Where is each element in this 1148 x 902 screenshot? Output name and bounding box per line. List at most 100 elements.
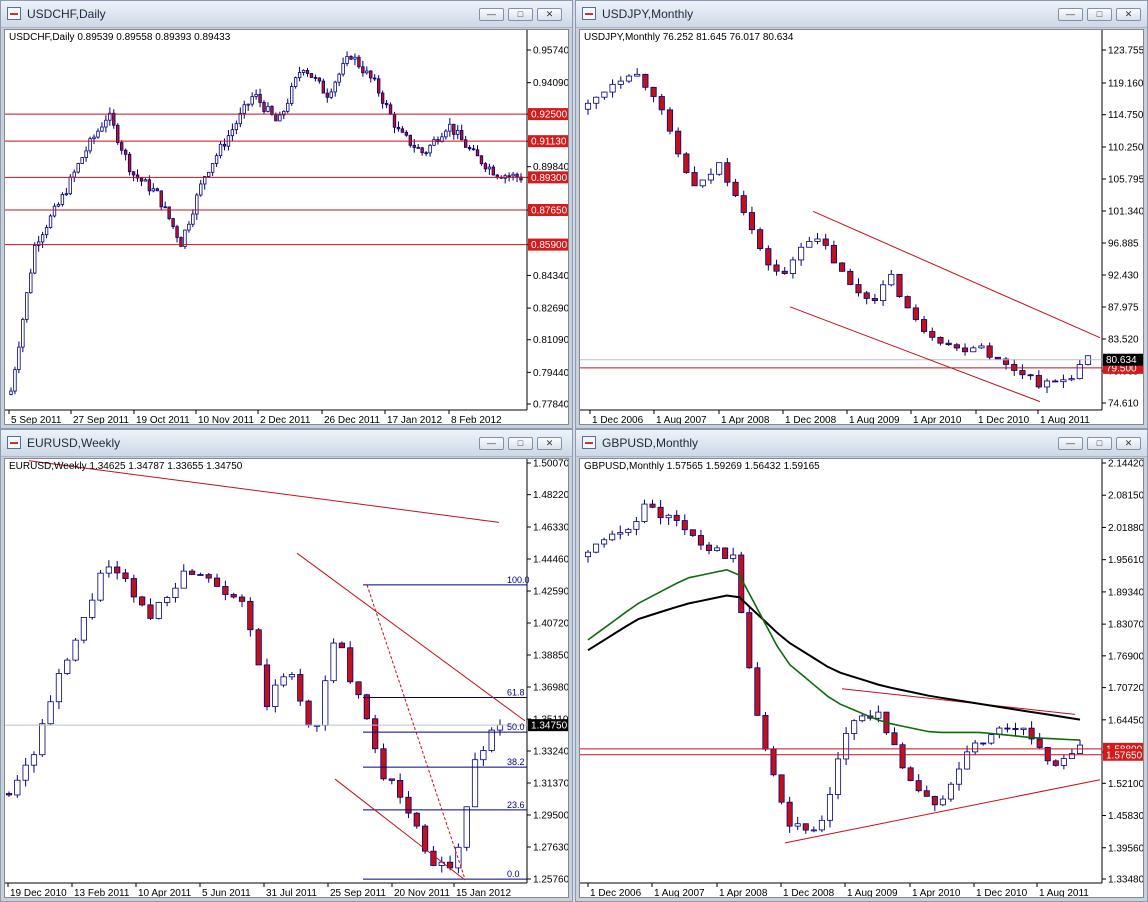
window-gbpusd[interactable]: GBPUSD,Monthly — □ ✕ 2.14420 2.08150 2.018…: [575, 429, 1148, 902]
titlebar[interactable]: EURUSD,Weekly — □ ✕: [1, 430, 572, 457]
titlebar[interactable]: USDCHF,Daily — □ ✕: [1, 1, 572, 28]
restore-button[interactable]: □: [1087, 8, 1112, 21]
candle-body: [691, 172, 698, 187]
minimize-button[interactable]: —: [1058, 8, 1083, 21]
price-tick-label: 1.25760: [533, 875, 569, 886]
time-tick-label: 19 Dec 2010: [10, 888, 67, 898]
candle-body: [428, 144, 432, 154]
candle-body: [633, 521, 640, 530]
fib-level-label: 38.2: [507, 757, 525, 767]
candle-body: [139, 596, 146, 606]
candle-body: [205, 574, 212, 579]
candle-body: [432, 139, 436, 146]
candle-body: [288, 674, 296, 678]
candle-body: [355, 681, 362, 696]
candle-body: [76, 163, 80, 173]
candle-body: [197, 574, 204, 576]
candle-body: [891, 732, 898, 746]
candle-body: [64, 659, 71, 674]
candle-body: [301, 70, 306, 73]
time-tick-label: 1 Dec 2010: [978, 415, 1030, 425]
candle-body: [1012, 728, 1019, 730]
gbpusd-chart[interactable]: 2.14420 2.08150 2.01880 1.95610 1.89340 1.830…: [580, 459, 1144, 898]
candle-body: [789, 259, 796, 274]
restore-button[interactable]: □: [508, 8, 533, 21]
minimize-button[interactable]: —: [1058, 437, 1083, 450]
level-label: 0.85900: [531, 240, 568, 251]
close-button[interactable]: ✕: [537, 8, 562, 21]
candle-body: [96, 130, 100, 138]
price-tick-label: 1.33480: [1108, 875, 1144, 886]
candle-body: [609, 533, 616, 541]
candle-body: [826, 794, 833, 821]
window-usdchf[interactable]: USDCHF,Daily — □ ✕ 0.95740 0.94090 0.92500…: [0, 0, 573, 429]
candle-body: [187, 223, 191, 231]
candle-body: [17, 346, 21, 370]
candle-body: [802, 823, 809, 831]
price-tick-label: 1.70720: [1108, 683, 1144, 694]
candle-body: [365, 70, 369, 74]
candle-body: [1076, 364, 1083, 380]
candle-body: [112, 112, 116, 126]
candle-body: [105, 566, 112, 574]
usdchf-chart[interactable]: 0.957400.940900.925000.911300.898400.893…: [5, 30, 569, 425]
candle-body: [361, 66, 365, 74]
time-tick-label: 26 Dec 2011: [324, 415, 380, 425]
candle-body: [988, 734, 995, 744]
close-button[interactable]: ✕: [1116, 437, 1141, 450]
candle-body: [345, 56, 349, 64]
price-tick-label: 92.430: [1108, 271, 1139, 282]
candle-body: [188, 570, 196, 575]
candle-body: [52, 205, 57, 217]
candle-body: [21, 319, 25, 348]
close-button[interactable]: ✕: [1116, 8, 1141, 21]
candle-body: [405, 796, 412, 814]
candle-body: [305, 70, 310, 74]
candle-body: [847, 270, 854, 285]
titlebar[interactable]: GBPUSD,Monthly — □ ✕: [576, 430, 1147, 457]
usdjpy-chart[interactable]: 123.755 119.160 114.750 110.250 105.795 101.3…: [580, 30, 1144, 425]
chart-area[interactable]: 2.14420 2.08150 2.01880 1.95610 1.89340 1.830…: [579, 458, 1144, 898]
candle-body: [222, 586, 229, 595]
chart-area[interactable]: 0.957400.940900.925000.911300.898400.893…: [4, 29, 569, 425]
candle-body: [309, 73, 314, 78]
candle-body: [1068, 378, 1075, 381]
candle-body: [871, 298, 878, 301]
candle-body: [72, 171, 76, 178]
candle-body: [617, 80, 624, 85]
time-tick-label: 1 Aug 2007: [656, 415, 707, 425]
chart-area[interactable]: 123.755 119.160 114.750 110.250 105.795 101.3…: [579, 29, 1144, 425]
minimize-button[interactable]: —: [479, 437, 504, 450]
candle-body: [947, 783, 954, 800]
candle-body: [222, 143, 227, 147]
candle-body: [293, 77, 298, 87]
eurusd-chart[interactable]: 1.50070 1.48220 1.46330 1.44460 1.42590 1.407…: [5, 459, 569, 898]
candle-body: [246, 103, 250, 106]
candle-body: [167, 206, 171, 219]
restore-button[interactable]: □: [508, 437, 533, 450]
candle-body: [179, 237, 183, 247]
candle-body: [155, 188, 159, 192]
candle-body: [724, 162, 731, 183]
minimize-button[interactable]: —: [479, 8, 504, 21]
close-button[interactable]: ✕: [537, 437, 562, 450]
price-tick-label: 0.94090: [533, 78, 569, 89]
candle-body: [424, 152, 428, 155]
candle-body: [757, 229, 764, 250]
window-usdjpy[interactable]: USDJPY,Monthly — □ ✕ 123.755 119.160 114.7…: [575, 0, 1148, 429]
price-tick-label: 1.40720: [533, 619, 569, 630]
candle-body: [5, 793, 13, 796]
candle-body: [491, 166, 496, 176]
time-tick-label: 1 Apr 2008: [719, 888, 768, 898]
time-tick-label: 1 Aug 2011: [1040, 415, 1090, 425]
candle-body: [55, 673, 63, 703]
candle-body: [266, 105, 270, 112]
window-eurusd[interactable]: EURUSD,Weekly — □ ✕ 1.50070 1.48220 1.4633…: [0, 429, 573, 902]
titlebar[interactable]: USDJPY,Monthly — □ ✕: [576, 1, 1147, 28]
chart-area[interactable]: 1.50070 1.48220 1.46330 1.44460 1.42590 1.407…: [4, 458, 569, 898]
candle-body: [297, 674, 304, 702]
time-tick-label: 15 Jan 2012: [456, 888, 511, 898]
price-tick-label: 1.45830: [1108, 811, 1144, 822]
candle-body: [487, 166, 492, 170]
restore-button[interactable]: □: [1087, 437, 1112, 450]
